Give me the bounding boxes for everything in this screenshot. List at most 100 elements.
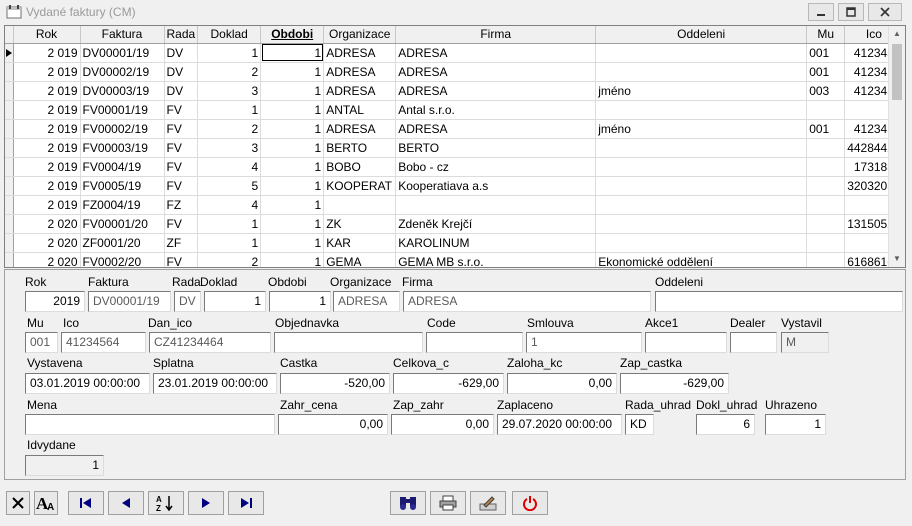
zahr-cena-field[interactable]: 0,00 [278,414,388,435]
cell-organizace[interactable]: ADRESA [323,43,397,63]
cell-doklad[interactable]: 1 [197,100,262,120]
dan-ico-field[interactable]: CZ41234464 [149,332,271,353]
cell-doklad[interactable]: 3 [197,138,262,158]
cell-mu[interactable]: 001 [806,43,846,63]
grid-vertical-scrollbar[interactable]: ▲ ▼ [888,26,905,267]
cell-mu[interactable]: 001 [806,62,846,82]
cell-doklad[interactable]: 2 [197,62,262,82]
zap-castka-field[interactable]: -629,00 [620,373,729,394]
cell-oddeleni[interactable] [595,157,808,177]
invoice-grid[interactable]: Rok Faktura Rada Doklad Obdobi Organizace Firm… [4,25,906,268]
cell-mu[interactable] [806,214,846,234]
column-header-firma[interactable]: Firma [395,26,597,44]
cell-doklad[interactable]: 3 [197,81,262,101]
cell-rada[interactable]: FV [164,119,199,139]
celkova-c-field[interactable]: -629,00 [393,373,504,394]
vystavena-field[interactable]: 03.01.2019 00:00:00 [25,373,150,394]
cell-faktura[interactable]: FV00003/19 [80,138,165,158]
cell-organizace[interactable]: ANTAL [323,100,397,120]
cell-organizace[interactable]: BERTO [323,138,397,158]
table-row[interactable]: 2 019 DV00003/19 DV 3 1 ADRESA ADRESA jméno 003 4… [5,81,904,101]
cell-mu[interactable]: 003 [806,81,846,101]
cell-firma[interactable]: ADRESA [395,81,597,101]
cell-oddeleni[interactable] [595,43,808,63]
last-record-button[interactable] [228,491,264,515]
akce1-field[interactable] [645,332,727,353]
cell-oddeleni[interactable] [595,138,808,158]
table-row[interactable]: 2 019 DV00001/19 DV 1 1 ADRESA ADRESA 001 412345… [5,43,904,63]
cell-doklad[interactable]: 4 [197,195,262,215]
cell-organizace[interactable]: ADRESA [323,119,397,139]
scroll-up-icon[interactable]: ▲ [893,29,901,38]
scrollbar-thumb[interactable] [892,44,902,100]
cell-faktura[interactable]: FV00001/20 [80,214,165,234]
first-record-button[interactable] [68,491,104,515]
cell-oddeleni[interactable] [595,214,808,234]
minimize-button[interactable] [808,3,834,21]
row-indicator[interactable] [5,214,14,234]
cell-rada[interactable]: FV [164,100,199,120]
column-header-doklad[interactable]: Doklad [197,26,262,44]
row-indicator[interactable] [5,233,14,253]
cell-faktura[interactable]: FV0005/19 [80,176,165,196]
table-row[interactable]: 2 020 FV00001/20 FV 1 1 ZK Zdeněk Krejčí 131505… [5,214,904,234]
cell-firma[interactable]: GEMA MB s.r.o. [395,252,597,267]
dokl-uhrad-field[interactable]: 6 [696,414,755,435]
cell-rada[interactable]: DV [164,43,199,63]
row-indicator[interactable] [5,176,14,196]
cell-mu[interactable] [806,138,846,158]
cell-oddeleni[interactable] [595,195,808,215]
cell-oddeleni[interactable]: Ekonomické oddělení [595,252,808,267]
column-header-rok[interactable]: Rok [13,26,81,44]
column-header-mu[interactable]: Mu [806,26,846,44]
restore-button[interactable] [838,3,864,21]
cell-rok[interactable]: 2 019 [13,195,81,215]
cell-obdobi[interactable]: 1 [260,157,325,177]
cancel-button[interactable] [6,491,30,515]
cell-rok[interactable]: 2 020 [13,233,81,253]
table-row[interactable]: 2 019 FV00002/19 FV 2 1 ADRESA ADRESA jméno 001 4… [5,119,904,139]
cell-oddeleni[interactable] [595,62,808,82]
cell-organizace[interactable]: ADRESA [323,62,397,82]
cell-obdobi[interactable]: 1 [260,176,325,196]
zaplaceno-field[interactable]: 29.07.2020 00:00:00 [497,414,622,435]
cell-rok[interactable]: 2 019 [13,100,81,120]
cell-rada[interactable]: ZF [164,233,199,253]
font-button[interactable]: AA [34,491,58,515]
cell-firma[interactable] [395,195,597,215]
row-indicator[interactable] [5,157,14,177]
table-row[interactable]: 2 020 FV0002/20 FV 2 1 GEMA GEMA MB s.r.o. Ekon… [5,252,904,267]
row-indicator[interactable] [5,100,14,120]
uhrazeno-field[interactable]: 1 [765,414,826,435]
cell-rok[interactable]: 2 020 [13,252,81,267]
scroll-down-icon[interactable]: ▼ [893,254,901,263]
cell-rada[interactable]: FV [164,214,199,234]
castka-field[interactable]: -520,00 [280,373,390,394]
cell-firma[interactable]: ADRESA [395,43,597,63]
smlouva-field[interactable]: 1 [526,332,642,353]
cell-rok[interactable]: 2 019 [13,43,81,63]
organizace-field[interactable]: ADRESA [333,291,400,312]
cell-rada[interactable]: FZ [164,195,199,215]
sort-button[interactable]: A Z [148,491,184,515]
zaloha-kc-field[interactable]: 0,00 [507,373,617,394]
cell-organizace[interactable]: KOOPERAT [323,176,397,196]
doklad-field[interactable]: 1 [204,291,266,312]
cell-faktura[interactable]: DV00002/19 [80,62,165,82]
search-button[interactable] [390,491,426,515]
cell-obdobi[interactable]: 1 [260,214,325,234]
cell-faktura[interactable]: DV00003/19 [80,81,165,101]
rada-uhrad-field[interactable]: KD [625,414,654,435]
cell-faktura[interactable]: FV00002/19 [80,119,165,139]
cell-oddeleni[interactable]: jméno [595,119,808,139]
cell-faktura[interactable]: FV0002/20 [80,252,165,267]
cell-rok[interactable]: 2 019 [13,62,81,82]
cell-doklad[interactable]: 2 [197,119,262,139]
objednavka-field[interactable] [274,332,423,353]
cell-faktura[interactable]: DV00001/19 [80,43,165,63]
cell-obdobi[interactable]: 1 [260,119,325,139]
mu-field[interactable]: 001 [25,332,58,353]
cell-mu[interactable] [806,176,846,196]
cell-obdobi[interactable]: 1 [260,81,325,101]
cell-doklad[interactable]: 4 [197,157,262,177]
